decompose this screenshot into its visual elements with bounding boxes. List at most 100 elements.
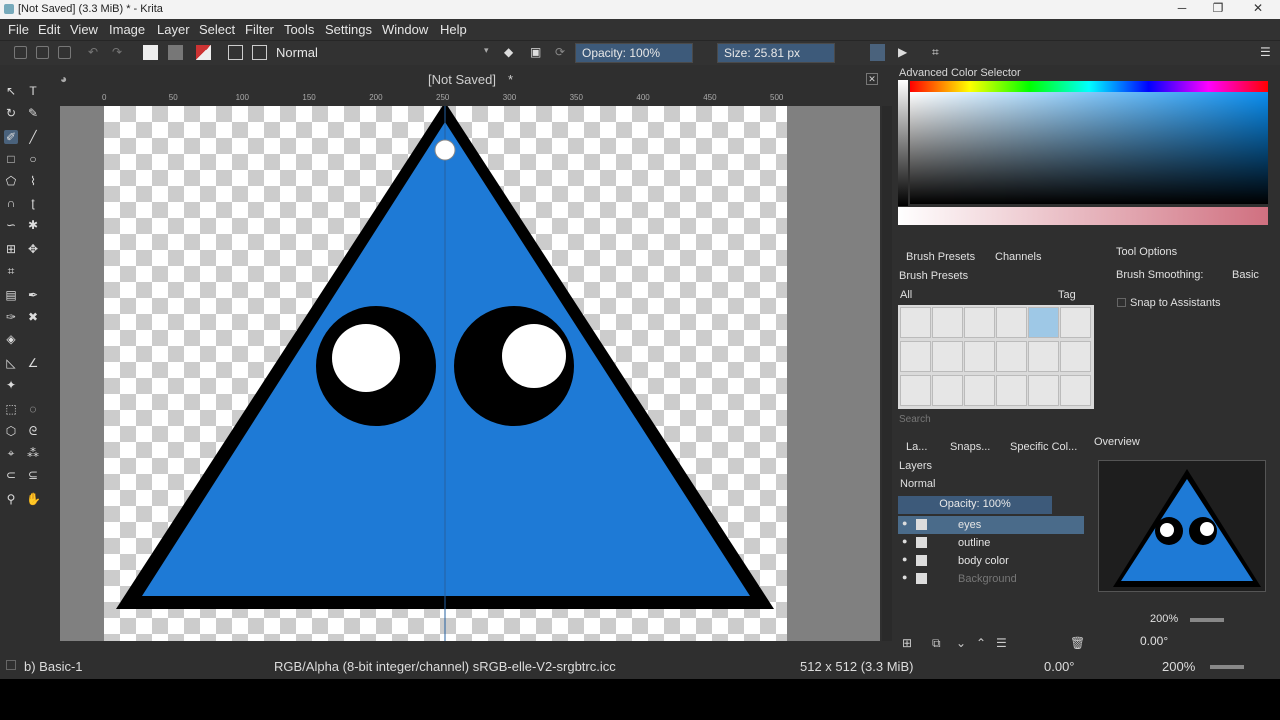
brush-filter-select[interactable]: All (900, 289, 912, 301)
delete-layer-icon[interactable]: 🗑 (1070, 636, 1085, 650)
brush-preset-tile[interactable] (996, 341, 1027, 372)
select-shapes-icon[interactable]: ↖ (4, 84, 18, 98)
brush-preset-tile[interactable] (1060, 341, 1091, 372)
undo-icon[interactable]: ↶ (88, 45, 98, 59)
document-tab-modified[interactable]: * (508, 72, 513, 87)
close-window-button[interactable]: ✕ (1248, 1, 1268, 18)
brush-preset-tile[interactable] (900, 307, 931, 338)
color-picker-icon[interactable]: ✒ (26, 288, 40, 302)
close-tab-icon[interactable]: ✕ (866, 73, 878, 85)
brush-preset-tile[interactable] (964, 341, 995, 372)
brush-preset-tile[interactable] (996, 307, 1027, 338)
ellipse-select-icon[interactable]: ◌ (26, 402, 40, 416)
brush-smoothing-select[interactable]: Basic (1232, 269, 1259, 281)
size-slider[interactable]: Size: 25.81 px (717, 43, 835, 63)
layer-visibility-icon[interactable]: ● (902, 572, 907, 582)
canvas-vertical-scrollbar[interactable] (882, 106, 892, 641)
hue-bar[interactable] (910, 81, 1268, 92)
colorize-mask-icon[interactable]: ✑ (4, 310, 18, 324)
menu-settings[interactable]: Settings (325, 22, 372, 37)
mirror-axis-handle-icon[interactable] (434, 139, 456, 161)
rectangle-tool-icon[interactable]: □ (4, 152, 18, 166)
polygon-tool-icon[interactable]: ⬠ (4, 174, 18, 188)
tab-channels[interactable]: Channels (995, 251, 1041, 263)
menu-filter[interactable]: Filter (245, 22, 274, 37)
assistant-tool-icon[interactable]: ◺ (4, 356, 18, 370)
mirror-vertical-icon[interactable]: ▶ (898, 45, 907, 59)
brush-preset-tile[interactable] (932, 375, 963, 406)
measure-tool-icon[interactable]: ∠ (26, 356, 40, 370)
gradient-tool-icon[interactable]: ▤ (4, 288, 18, 302)
brush-preset-tile[interactable] (964, 307, 995, 338)
brush-preset-tile[interactable] (1028, 341, 1059, 372)
rect-select-icon[interactable]: ⬚ (4, 402, 18, 416)
move-tool-icon[interactable]: ✥ (26, 242, 40, 256)
blend-mode-select[interactable]: Normal (276, 45, 318, 60)
brush-preset-tile[interactable] (964, 375, 995, 406)
menu-edit[interactable]: Edit (38, 22, 60, 37)
line-tool-icon[interactable]: ╱ (26, 130, 40, 144)
brush-preset-tile[interactable] (1060, 375, 1091, 406)
brush-preset-tile[interactable] (932, 307, 963, 338)
brush-preset-tile[interactable] (932, 341, 963, 372)
brush-preset-tile[interactable] (996, 375, 1027, 406)
snap-assistants-checkbox[interactable] (1117, 298, 1126, 307)
reference-images-icon[interactable]: ✦ (4, 378, 18, 392)
move-layer-up-icon[interactable]: ⌃ (976, 636, 986, 650)
layer-properties-icon[interactable]: ☰ (996, 636, 1007, 650)
color-field[interactable] (910, 92, 1268, 204)
move-layer-down-icon[interactable]: ⌄ (956, 636, 966, 650)
canvas-zoom[interactable]: 200% (1162, 659, 1195, 674)
similar-select-icon[interactable]: ⁂ (26, 446, 40, 460)
saturation-bar[interactable] (898, 207, 1268, 225)
smart-patch-icon[interactable]: ✖ (26, 310, 40, 324)
menu-view[interactable]: View (70, 22, 98, 37)
freehand-brush-icon[interactable]: ✐ (4, 130, 18, 144)
pattern-icon[interactable] (228, 45, 243, 60)
tab-snapshots[interactable]: Snaps... (950, 441, 990, 453)
bezier-tool-icon[interactable]: ∩ (4, 196, 18, 210)
multibrush-icon[interactable]: ✱ (26, 218, 40, 232)
tab-layers[interactable]: La... (906, 441, 927, 453)
tab-options-icon[interactable]: ◕ (60, 72, 67, 86)
calligraphy-icon[interactable]: ✎ (26, 106, 40, 120)
brush-preset-tile[interactable] (1060, 307, 1091, 338)
foreground-color-swatch[interactable] (143, 45, 158, 60)
canvas-rotation[interactable]: 0.00° (1044, 659, 1075, 674)
open-document-icon[interactable] (36, 46, 49, 59)
duplicate-layer-icon[interactable]: ⧉ (932, 636, 941, 651)
tag-button[interactable]: Tag (1058, 289, 1076, 301)
blend-mode-chevron-icon[interactable]: ▾ (484, 45, 489, 56)
brush-preset-tile[interactable] (900, 375, 931, 406)
add-layer-icon[interactable]: ⊞ (902, 636, 912, 650)
color-space-info[interactable]: RGB/Alpha (8-bit integer/channel) sRGB-e… (274, 659, 616, 674)
dynamic-brush-icon[interactable]: ∽ (4, 218, 18, 232)
fill-tool-icon[interactable]: ◈ (4, 332, 18, 346)
layer-visibility-icon[interactable]: ● (902, 518, 907, 528)
lightness-strip[interactable] (898, 80, 908, 206)
zoom-slider[interactable] (1210, 665, 1244, 669)
menu-help[interactable]: Help (440, 22, 467, 37)
crop-tool-icon[interactable]: ⌗ (4, 264, 18, 278)
menu-image[interactable]: Image (109, 22, 145, 37)
text-tool-icon[interactable]: T (26, 84, 40, 98)
layer-blend-select[interactable]: Normal (900, 478, 935, 490)
eraser-mode-icon[interactable]: ◆ (504, 45, 513, 59)
ellipse-tool-icon[interactable]: ○ (26, 152, 40, 166)
bezier-select-icon[interactable]: ⊂ (4, 468, 18, 482)
opacity-slider[interactable]: Opacity: 100% (575, 43, 693, 63)
layer-opacity-slider[interactable]: Opacity: 100% (898, 496, 1052, 514)
toolbar-menu-icon[interactable]: ☰ (1260, 45, 1271, 59)
menu-file[interactable]: File (8, 22, 29, 37)
freehand-path-icon[interactable]: ʈ (26, 196, 40, 210)
freehand-select-icon[interactable]: ᘓ (26, 424, 40, 438)
layer-row[interactable]: ● outline (898, 534, 1084, 552)
menu-window[interactable]: Window (382, 22, 428, 37)
contiguous-select-icon[interactable]: ⌖ (4, 446, 18, 460)
minimize-button[interactable]: ─ (1172, 1, 1192, 18)
overview-rotation[interactable]: 0.00° (1140, 634, 1168, 648)
preserve-alpha-icon[interactable]: ▣ (530, 45, 541, 59)
brush-preset-tile[interactable] (1028, 375, 1059, 406)
pan-tool-icon[interactable]: ✋ (26, 492, 41, 506)
layer-visibility-icon[interactable]: ● (902, 536, 907, 546)
